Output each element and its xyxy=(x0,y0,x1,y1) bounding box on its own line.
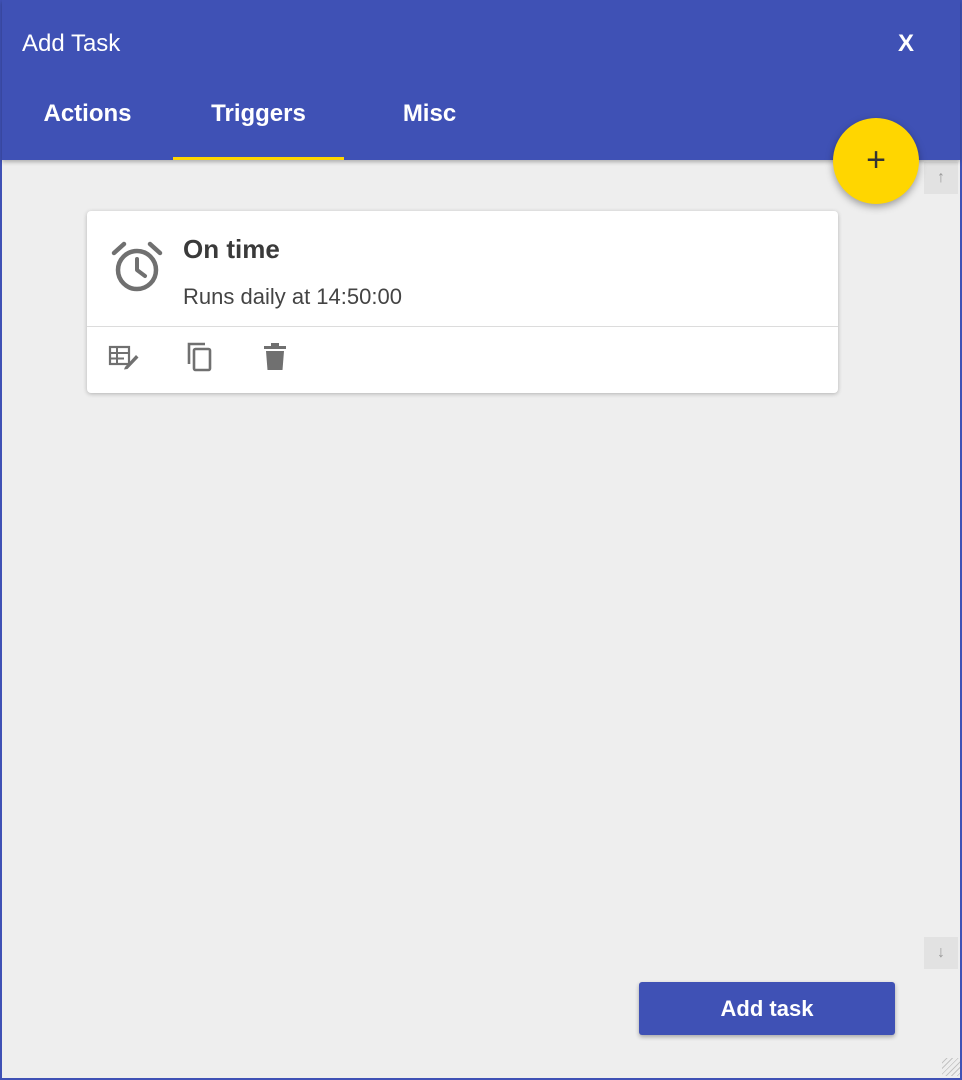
arrow-down-icon: ↓ xyxy=(937,944,945,961)
edit-trigger-button[interactable] xyxy=(106,341,142,377)
copy-icon xyxy=(185,341,215,378)
alarm-clock-icon xyxy=(109,239,165,295)
arrow-up-icon: ↑ xyxy=(937,169,945,186)
close-button[interactable]: X xyxy=(890,26,922,62)
add-task-dialog: Add Task X Actions Triggers Misc + ↑ On … xyxy=(0,0,962,1080)
add-trigger-button[interactable]: + xyxy=(833,118,919,204)
add-icon: + xyxy=(866,140,886,179)
scroll-down-button[interactable]: ↓ xyxy=(924,937,958,969)
resize-grip[interactable] xyxy=(942,1058,960,1076)
tab-misc[interactable]: Misc xyxy=(344,84,515,160)
trigger-description: Runs daily at 14:50:00 xyxy=(183,284,402,309)
tab-bar: Actions Triggers Misc xyxy=(2,84,522,160)
trigger-card: On time Runs daily at 14:50:00 xyxy=(87,211,838,393)
tab-triggers[interactable]: Triggers xyxy=(173,84,344,160)
add-task-button[interactable]: Add task xyxy=(639,982,895,1035)
trigger-title: On time xyxy=(183,234,280,264)
tab-actions[interactable]: Actions xyxy=(2,84,173,160)
dialog-header: Add Task X Actions Triggers Misc xyxy=(2,0,960,160)
card-divider xyxy=(87,326,838,327)
edit-icon xyxy=(107,343,141,376)
scroll-up-button[interactable]: ↑ xyxy=(924,162,958,194)
delete-icon xyxy=(262,342,288,377)
delete-trigger-button[interactable] xyxy=(257,341,293,377)
dialog-title: Add Task xyxy=(22,30,121,57)
copy-trigger-button[interactable] xyxy=(182,341,218,377)
